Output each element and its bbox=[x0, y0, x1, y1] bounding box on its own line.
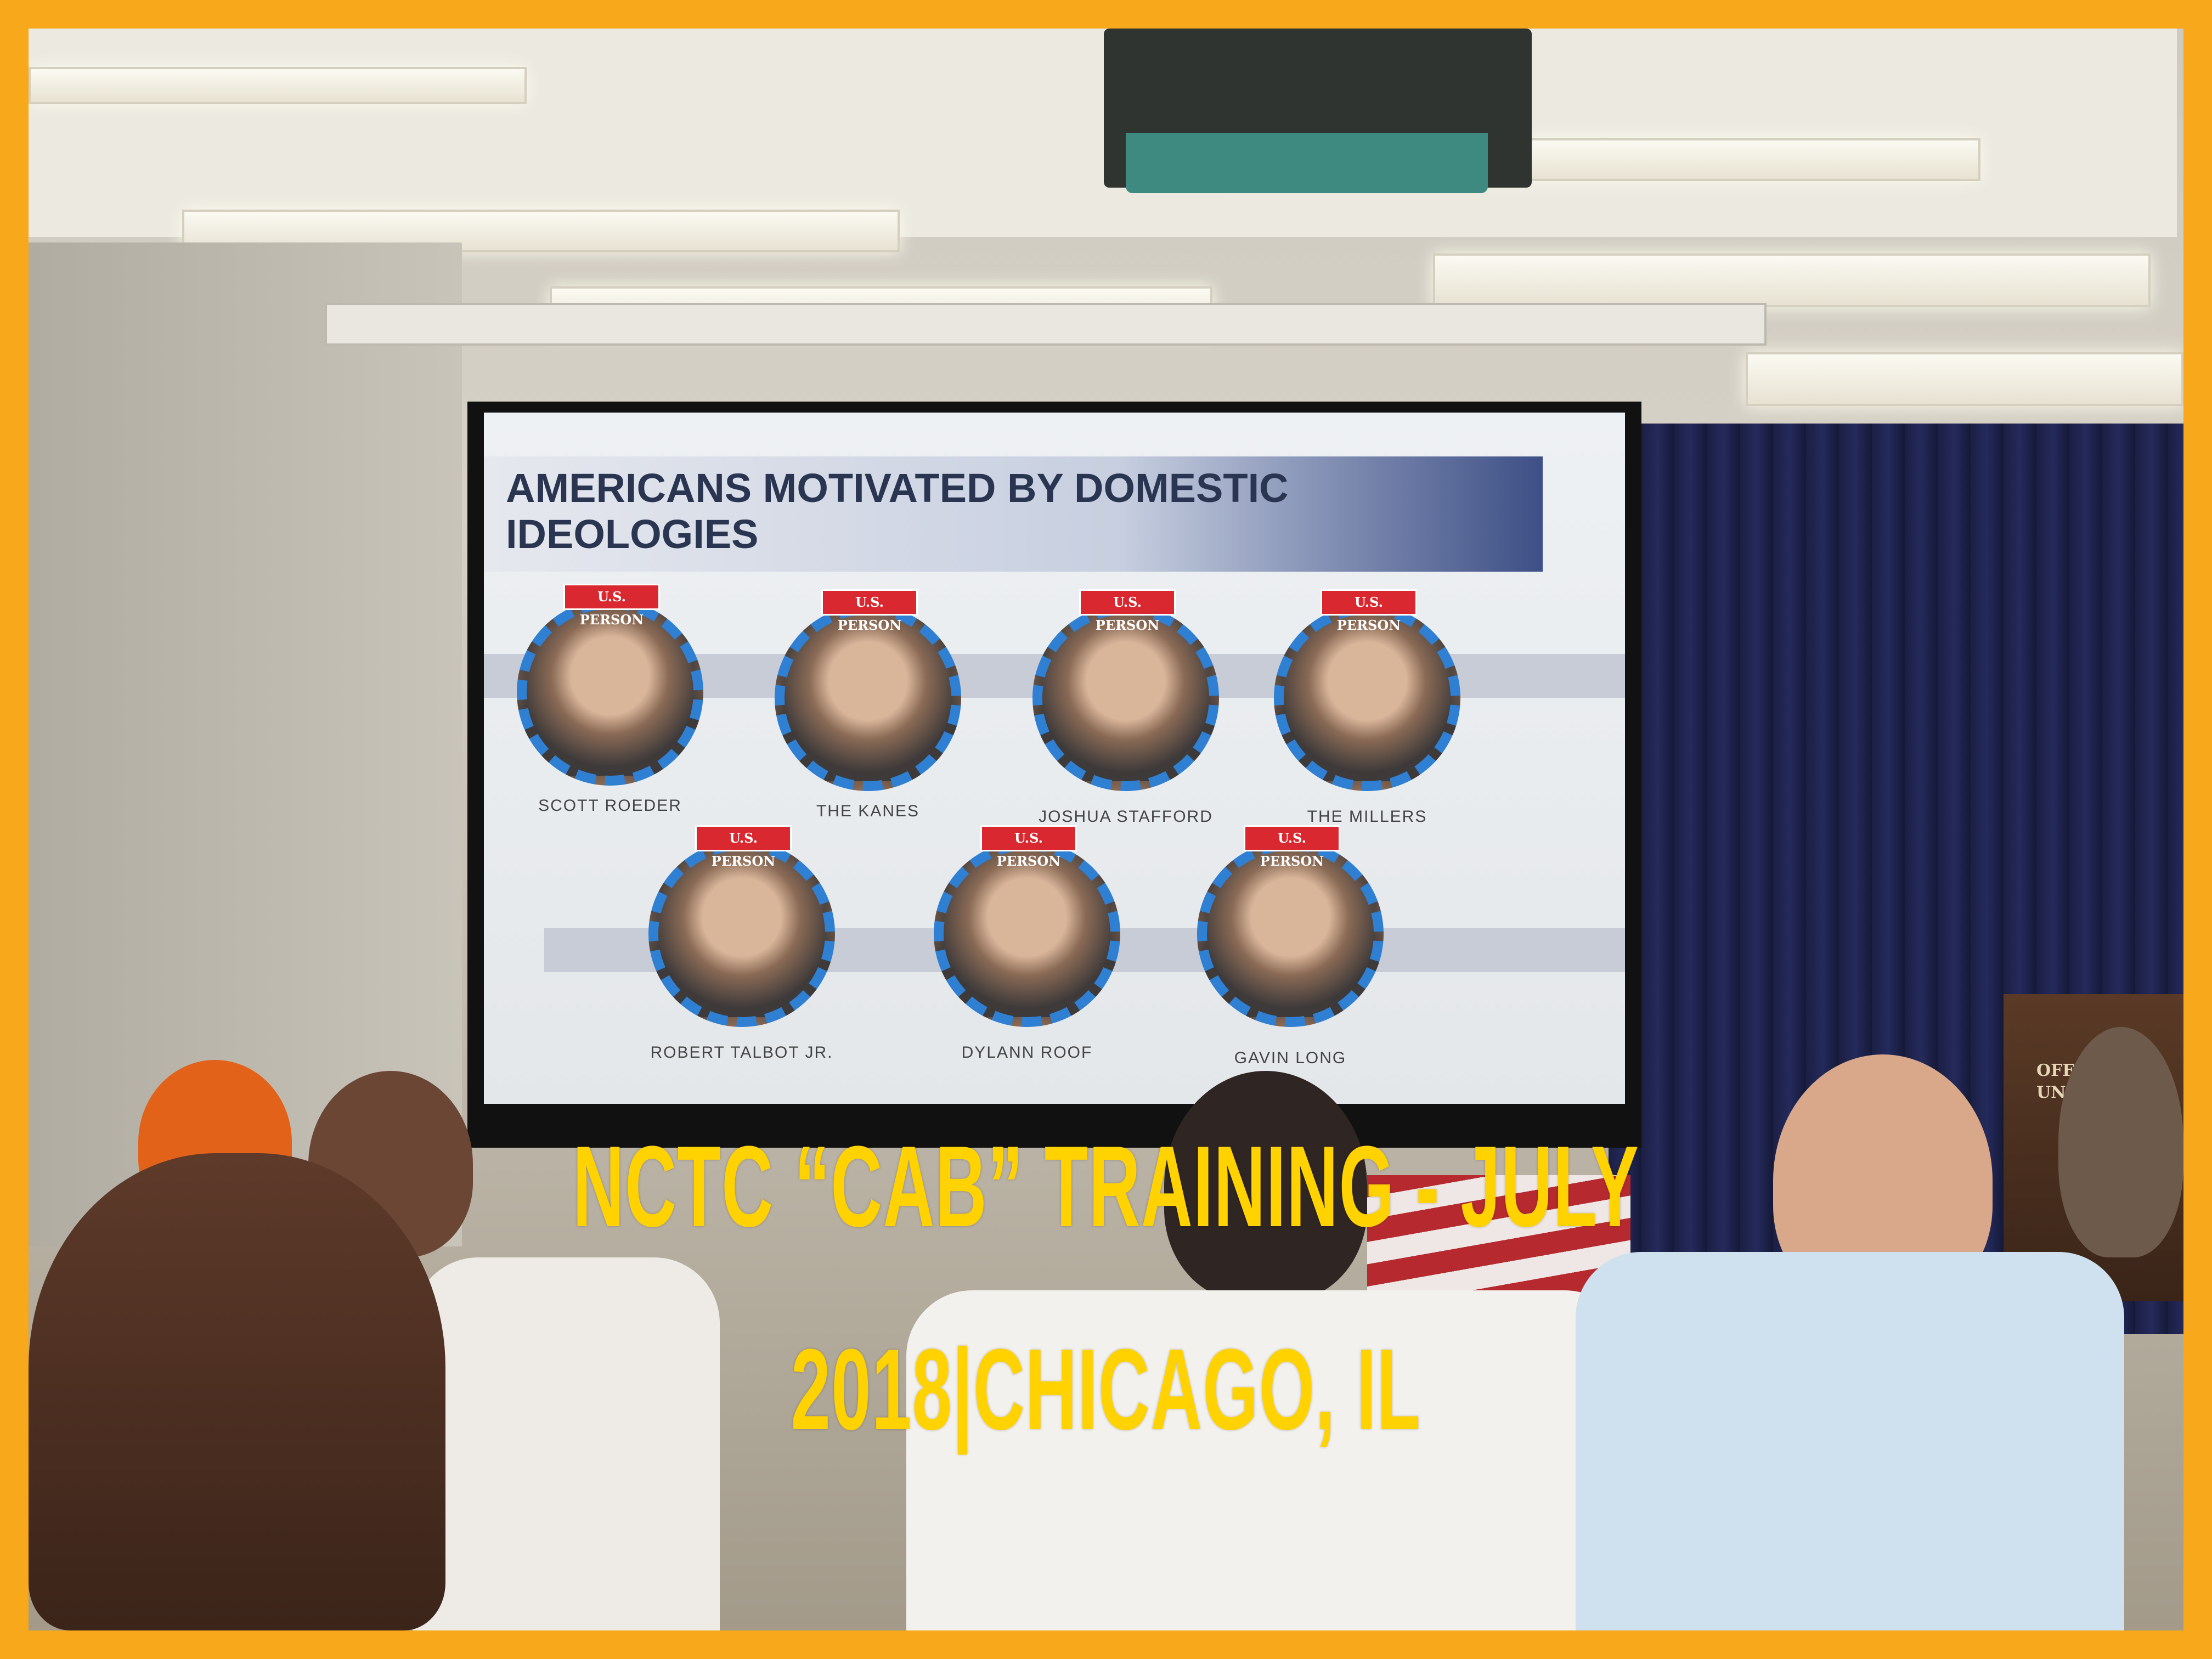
ceiling-light bbox=[1433, 253, 2151, 307]
projector-front bbox=[1126, 133, 1488, 193]
ceiling-light bbox=[1746, 352, 2183, 406]
us-person-tag: U.S. PERSON bbox=[1321, 589, 1417, 633]
ceiling bbox=[29, 29, 2177, 237]
us-person-tag: U.S. PERSON bbox=[563, 584, 660, 628]
person-caption: THE KANES bbox=[816, 802, 920, 820]
overlay-caption-line2: 2018|CHICAGO, IL bbox=[791, 1325, 1421, 1454]
us-person-tag: U.S. PERSON bbox=[980, 825, 1077, 869]
slide-title-line2: IDEOLOGIES bbox=[506, 511, 759, 557]
us-person-tag: U.S. PERSON bbox=[821, 589, 918, 633]
us-person-tag: U.S. PERSON bbox=[1244, 825, 1340, 869]
us-person-tag: U.S. PERSON bbox=[1079, 589, 1176, 633]
screen-housing bbox=[325, 303, 1767, 346]
person-caption: ROBERT TALBOT JR. bbox=[650, 1043, 833, 1062]
presentation-slide: AMERICANS MOTIVATED BY DOMESTIC IDEOLOGI… bbox=[484, 413, 1625, 1104]
person-caption: THE MILLERS bbox=[1307, 808, 1427, 826]
us-person-tag: U.S. PERSON bbox=[695, 825, 792, 869]
photo-frame: AMERICANS MOTIVATED BY DOMESTIC IDEOLOGI… bbox=[0, 0, 2212, 1659]
person-caption: JOSHUA STAFFORD bbox=[1039, 808, 1213, 826]
slide-title: AMERICANS MOTIVATED BY DOMESTIC IDEOLOGI… bbox=[506, 465, 1384, 557]
audience-head bbox=[2058, 1027, 2183, 1257]
slide-title-line1: AMERICANS MOTIVATED BY DOMESTIC bbox=[506, 465, 1289, 511]
audience-head bbox=[29, 1153, 445, 1630]
person-caption: SCOTT ROEDER bbox=[538, 797, 682, 815]
person-caption: GAVIN LONG bbox=[1234, 1049, 1347, 1067]
ceiling-light bbox=[29, 67, 527, 104]
overlay-caption-line1: NCTC “CAB” TRAINING - JULY bbox=[572, 1122, 1640, 1251]
person-caption: DYLANN ROOF bbox=[961, 1043, 1093, 1062]
